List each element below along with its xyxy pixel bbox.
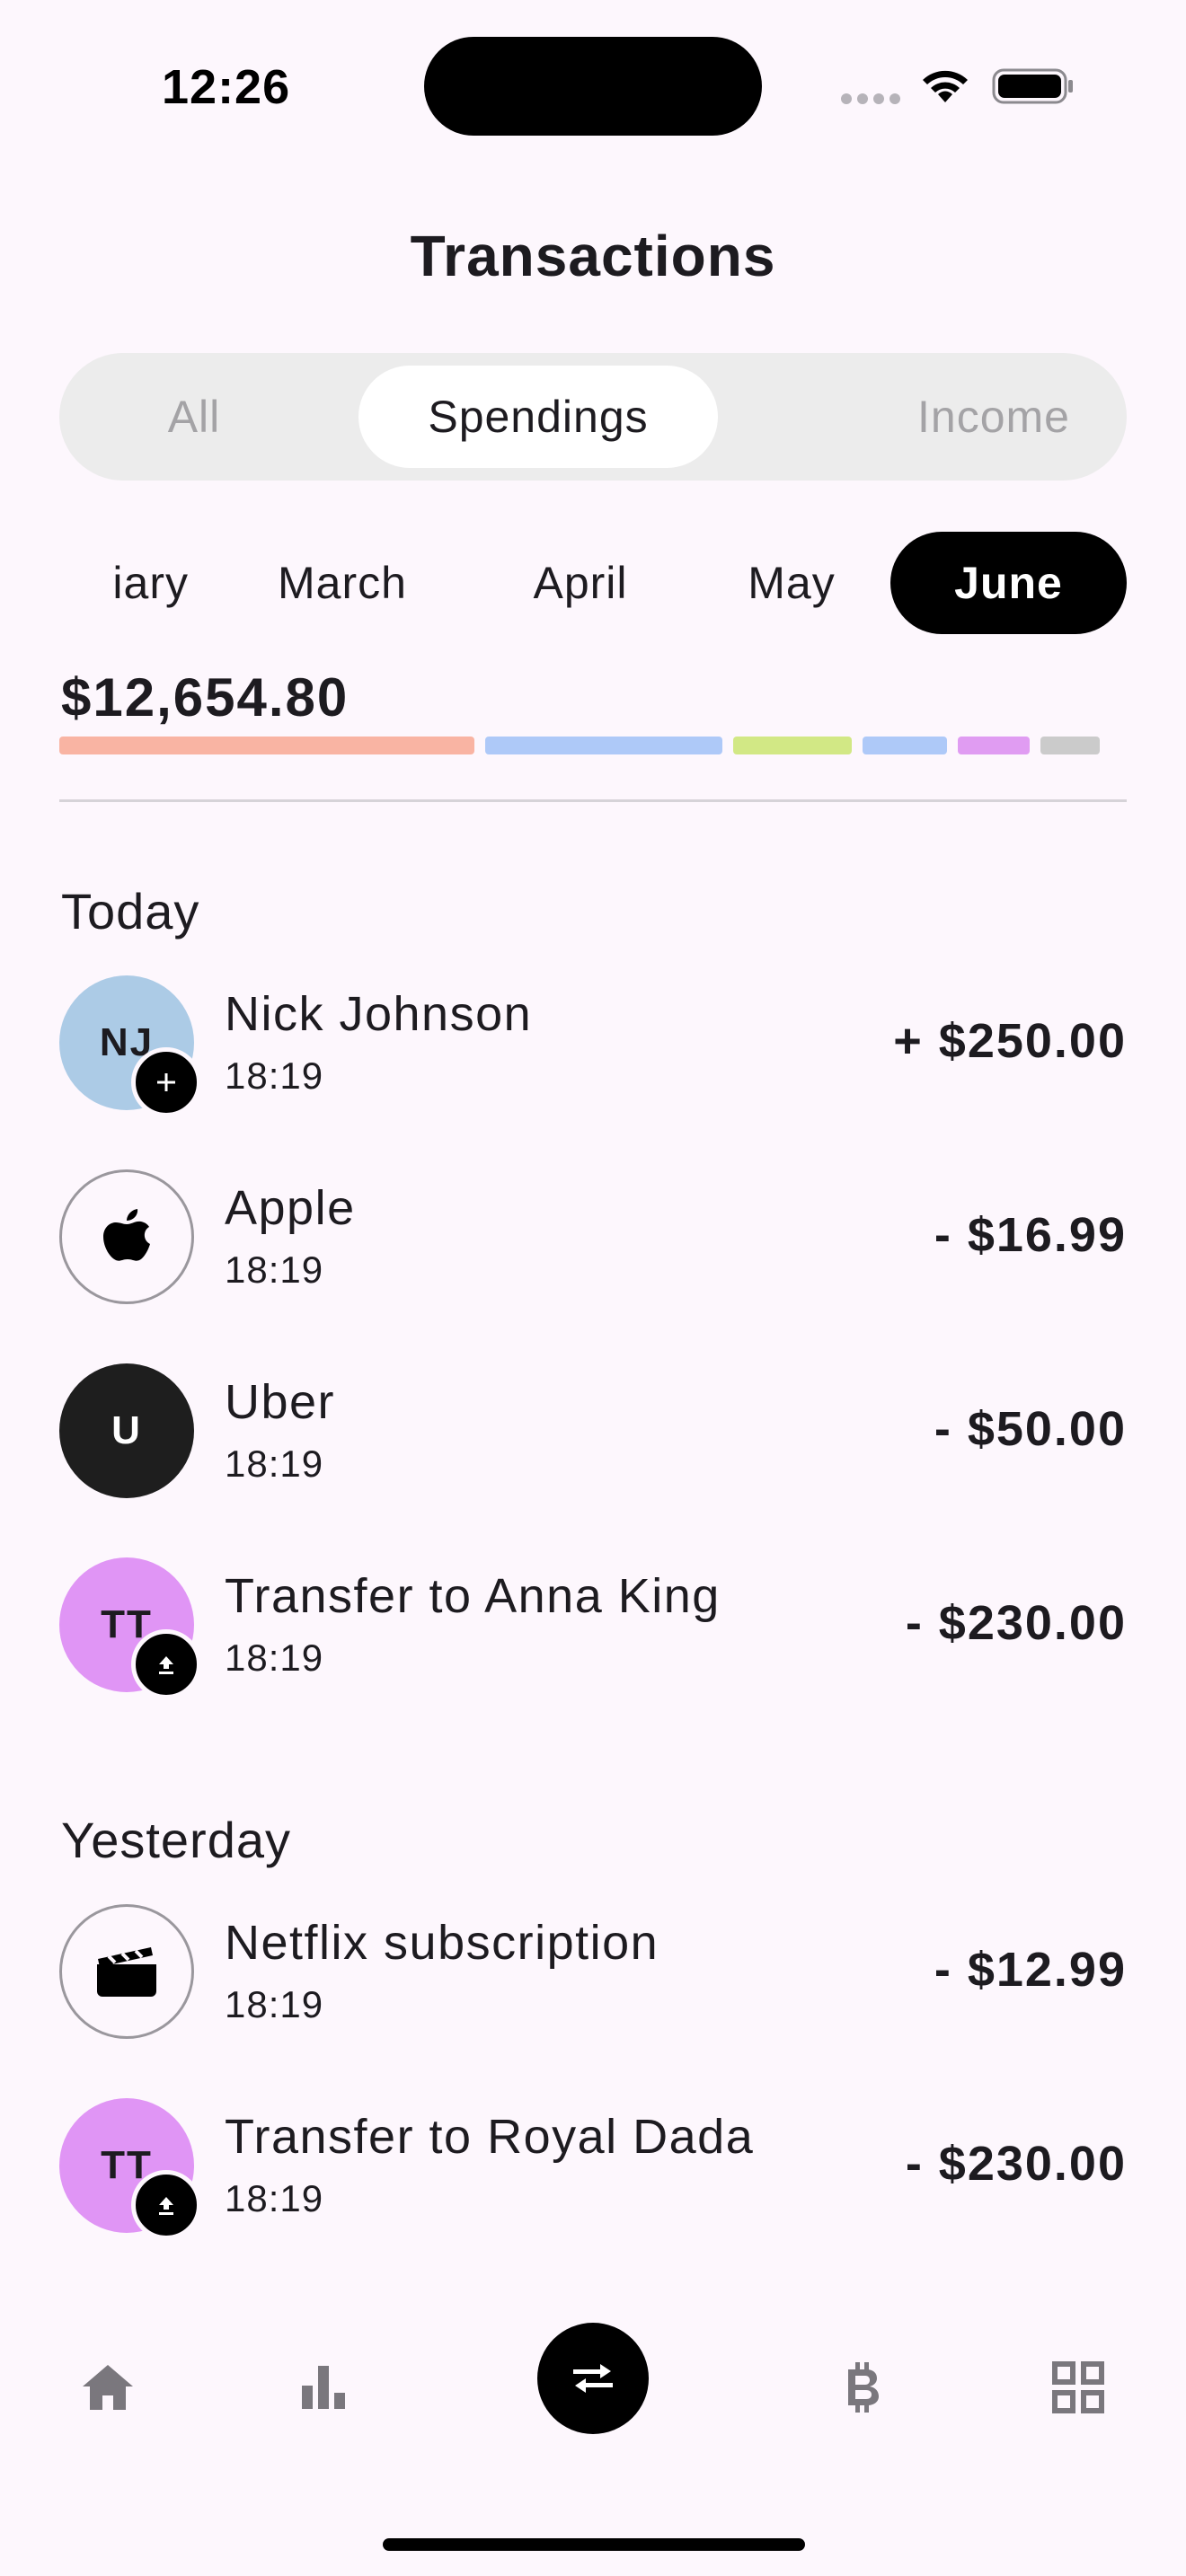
transaction-name: Netflix subscription bbox=[225, 1916, 659, 1970]
transaction-time: 18:19 bbox=[225, 1248, 324, 1291]
breakdown-segment bbox=[485, 737, 722, 754]
dynamic-island bbox=[424, 37, 762, 136]
transaction-name: Nick Johnson bbox=[225, 987, 533, 1041]
transaction-amount: - $50.00 bbox=[934, 1402, 1127, 1456]
month-april[interactable]: April bbox=[491, 532, 670, 634]
bitcoin-icon[interactable] bbox=[818, 2342, 907, 2432]
segment-spendings[interactable]: Spendings bbox=[358, 366, 718, 468]
breakdown-segment bbox=[59, 737, 474, 754]
grid-icon[interactable] bbox=[1033, 2342, 1123, 2432]
transfer-icon[interactable] bbox=[537, 2323, 649, 2434]
home-indicator bbox=[383, 2538, 805, 2551]
month-january[interactable]: iary bbox=[59, 532, 189, 634]
month-selector: iary March April May June bbox=[59, 532, 1127, 634]
transaction-time: 18:19 bbox=[225, 1636, 324, 1679]
plus-icon bbox=[131, 1047, 201, 1117]
total-spent: $12,654.80 bbox=[61, 667, 350, 728]
transaction-amount: - $16.99 bbox=[934, 1208, 1127, 1262]
transaction-row[interactable]: TT Transfer to Royal Dada 18:19 - $230.0… bbox=[59, 2098, 1127, 2240]
section-title-today: Today bbox=[61, 883, 200, 940]
transaction-name: Transfer to Anna King bbox=[225, 1569, 721, 1623]
month-march[interactable]: March bbox=[230, 532, 455, 634]
transaction-name: Uber bbox=[225, 1375, 336, 1429]
month-may[interactable]: May bbox=[706, 532, 877, 634]
month-june[interactable]: June bbox=[890, 532, 1127, 634]
transaction-amount: + $250.00 bbox=[893, 1014, 1127, 1068]
breakdown-segment bbox=[1040, 737, 1100, 754]
stats-icon[interactable] bbox=[279, 2342, 368, 2432]
status-time: 12:26 bbox=[162, 60, 291, 114]
breakdown-segment bbox=[733, 737, 852, 754]
cellular-signal-icon bbox=[841, 93, 900, 104]
transaction-amount: - $230.00 bbox=[905, 2137, 1127, 2191]
transaction-time: 18:19 bbox=[225, 1983, 324, 2025]
transaction-row[interactable]: TT Transfer to Anna King 18:19 - $230.00 bbox=[59, 1557, 1127, 1699]
divider bbox=[59, 799, 1127, 802]
breakdown-segment bbox=[958, 737, 1030, 754]
home-icon[interactable] bbox=[63, 2342, 153, 2432]
transaction-time: 18:19 bbox=[225, 1442, 324, 1485]
segment-all[interactable]: All bbox=[59, 366, 329, 468]
apple-logo-icon bbox=[59, 1169, 194, 1304]
transaction-amount: - $12.99 bbox=[934, 1943, 1127, 1997]
transaction-name: Transfer to Royal Dada bbox=[225, 2110, 755, 2164]
status-bar: 12:26 bbox=[0, 0, 1186, 171]
transaction-type-segmented-control: All Spendings Income bbox=[59, 353, 1127, 481]
clapperboard-icon bbox=[59, 1904, 194, 2039]
section-title-yesterday: Yesterday bbox=[61, 1812, 291, 1868]
upload-icon bbox=[131, 2170, 201, 2240]
page-title: Transactions bbox=[410, 224, 776, 288]
breakdown-segment bbox=[863, 737, 947, 754]
transaction-row[interactable]: NJ Nick Johnson 18:19 + $250.00 bbox=[59, 975, 1127, 1117]
transaction-row[interactable]: U Uber 18:19 - $50.00 bbox=[59, 1363, 1127, 1498]
spending-breakdown-bar bbox=[59, 737, 1103, 754]
wifi-icon bbox=[923, 70, 968, 102]
avatar: U bbox=[59, 1363, 194, 1498]
transaction-row[interactable]: Netflix subscription 18:19 - $12.99 bbox=[59, 1904, 1127, 2039]
battery-icon bbox=[992, 68, 1073, 104]
segment-income[interactable]: Income bbox=[823, 366, 1164, 468]
transaction-time: 18:19 bbox=[225, 2177, 324, 2219]
transaction-amount: - $230.00 bbox=[905, 1596, 1127, 1650]
transaction-row[interactable]: Apple 18:19 - $16.99 bbox=[59, 1169, 1127, 1304]
upload-icon bbox=[131, 1629, 201, 1699]
transaction-name: Apple bbox=[225, 1181, 356, 1235]
bottom-navigation bbox=[0, 2278, 1186, 2576]
transaction-time: 18:19 bbox=[225, 1054, 324, 1097]
